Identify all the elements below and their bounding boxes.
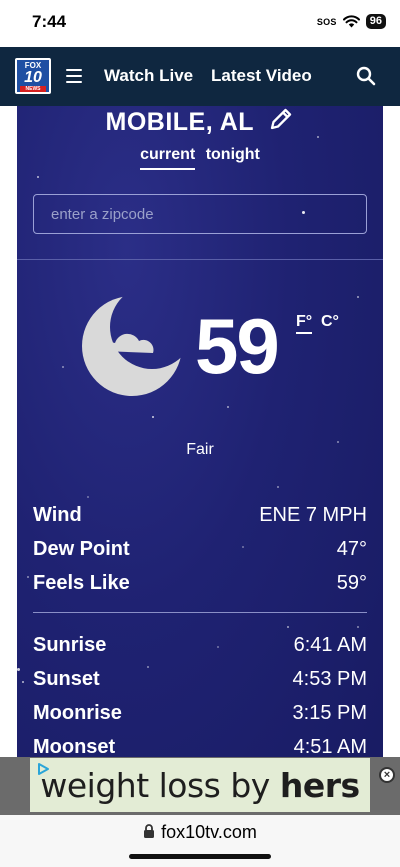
status-indicators: SOS 96 — [317, 14, 386, 29]
adchoices-icon[interactable] — [36, 762, 50, 776]
tab-tonight[interactable]: tonight — [206, 146, 260, 168]
astro-row-sunset: Sunset 4:53 PM — [33, 668, 367, 694]
astro-value: 4:53 PM — [292, 668, 367, 690]
detail-value: ENE 7 MPH — [259, 504, 367, 526]
details-divider — [33, 612, 367, 613]
moon-cloud-icon — [82, 296, 182, 396]
astro-label: Moonrise — [33, 702, 122, 724]
astro-value: 4:51 AM — [293, 736, 367, 758]
site-navbar: FOX 10 NEWS Watch Live Latest Video — [0, 47, 400, 106]
detail-row-dew-point: Dew Point 47° — [33, 538, 367, 564]
temperature-value: 59 — [195, 302, 280, 390]
tab-current[interactable]: current — [140, 146, 196, 170]
section-divider — [17, 259, 383, 260]
status-bar: 7:44 SOS 96 — [0, 0, 400, 47]
detail-value: 59° — [336, 572, 367, 594]
weather-panel: MOBILE, AL current tonight 59 F° C° — [17, 106, 383, 816]
home-indicator[interactable] — [129, 854, 271, 859]
url-display[interactable]: fox10tv.com — [0, 822, 400, 843]
astro-value: 3:15 PM — [292, 702, 367, 724]
close-ad-icon[interactable]: × — [379, 767, 395, 783]
detail-row-feels-like: Feels Like 59° — [33, 572, 367, 598]
condition-text: Fair — [186, 441, 214, 458]
ad-headline: weight loss by hers — [40, 766, 360, 805]
astro-value: 6:41 AM — [293, 634, 367, 656]
detail-row-wind: Wind ENE 7 MPH — [33, 504, 367, 530]
nav-watch-live[interactable]: Watch Live — [104, 66, 193, 86]
astro-row-sunrise: Sunrise 6:41 AM — [33, 634, 367, 660]
unit-fahrenheit-toggle[interactable]: F° — [296, 313, 313, 334]
ad-banner: weight loss by hers × — [0, 757, 400, 815]
wifi-icon — [342, 15, 360, 28]
search-icon[interactable] — [356, 66, 376, 86]
detail-label: Wind — [33, 504, 82, 526]
astro-row-moonrise: Moonrise 3:15 PM — [33, 702, 367, 728]
status-time: 7:44 — [32, 12, 67, 31]
astro-label: Moonset — [33, 736, 116, 758]
zipcode-input[interactable] — [33, 194, 367, 234]
url-text: fox10tv.com — [161, 822, 257, 842]
browser-url-bar: fox10tv.com — [0, 815, 400, 867]
nav-latest-video[interactable]: Latest Video — [211, 66, 312, 86]
astro-label: Sunset — [33, 668, 100, 690]
lock-icon — [144, 824, 155, 838]
forecast-tabs: current tonight — [17, 146, 383, 170]
ad-creative[interactable]: weight loss by hers — [30, 758, 370, 812]
unit-celsius-toggle[interactable]: C° — [321, 313, 339, 331]
battery-level: 96 — [365, 14, 386, 29]
menu-icon[interactable] — [66, 69, 82, 83]
location-header: MOBILE, AL — [17, 106, 383, 137]
city-name: MOBILE, AL — [105, 108, 255, 136]
logo-bottom: NEWS — [20, 86, 46, 92]
detail-label: Dew Point — [33, 538, 130, 560]
fox10-logo[interactable]: FOX 10 NEWS — [15, 58, 51, 94]
detail-label: Feels Like — [33, 572, 130, 594]
detail-value: 47° — [336, 538, 367, 560]
logo-number: 10 — [24, 69, 42, 86]
astro-label: Sunrise — [33, 634, 107, 656]
app-root: 7:44 SOS 96 FOX 10 NEWS Watch Live Lates… — [0, 0, 400, 867]
carrier-label: SOS — [316, 16, 337, 27]
pencil-edit-icon[interactable] — [268, 106, 294, 132]
